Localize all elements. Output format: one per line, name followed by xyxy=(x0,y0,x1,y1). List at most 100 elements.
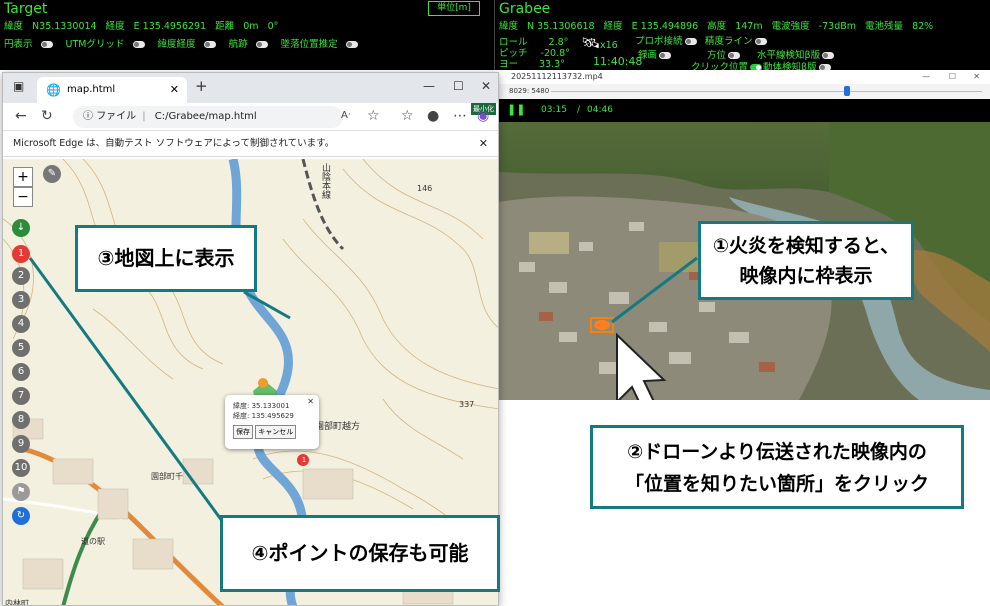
toggle-label-circle: 円表示 xyxy=(4,39,33,50)
point-1[interactable]: 1 xyxy=(12,245,30,263)
seek-bar[interactable]: 8029: 5480 xyxy=(499,84,990,99)
drone-lat-label: 緯度 xyxy=(499,21,519,32)
tab-title: map.html xyxy=(67,84,116,95)
url-text: C:/Grabee/map.html xyxy=(154,111,257,122)
grabee-panel: Grabee 緯度 N 35.1306618 経度 E 135.494896 高… xyxy=(495,0,990,73)
pause-icon[interactable]: ❚❚ xyxy=(507,99,525,121)
more-icon[interactable]: ⋯ xyxy=(453,108,467,124)
target-title: Target xyxy=(4,1,48,17)
label-sonobe-kita: 園部町越方 xyxy=(315,422,361,432)
toggle-label-utm: UTMグリッド xyxy=(65,39,125,50)
reset-icon[interactable]: ↻ xyxy=(12,507,30,525)
point-10[interactable]: 10 xyxy=(12,459,30,477)
point-5[interactable]: 5 xyxy=(12,339,30,357)
flag-icon[interactable]: ⚑ xyxy=(12,483,30,501)
player-title: 20251112113732.mp4 xyxy=(511,72,603,81)
callout-3-text: ③地図上に表示 xyxy=(97,246,235,270)
label-sanin-line: 山陰本線 xyxy=(320,163,330,199)
alt-label: 高度 xyxy=(707,21,727,32)
target-toggles: 円表示 UTMグリッド 緯度経度 航跡 墜落位置推定 xyxy=(4,36,368,50)
battery-label: 電池残量 xyxy=(865,21,904,32)
label-337: 337 xyxy=(459,400,475,409)
unit-button[interactable]: 単位[m] xyxy=(428,1,480,16)
toggle-label-crash: 墜落位置推定 xyxy=(280,39,338,50)
player-titlebar: 20251112113732.mp4 — ☐ ✕ xyxy=(499,70,990,84)
copilot-icon[interactable]: ◉ xyxy=(477,108,489,124)
seek-track[interactable] xyxy=(551,91,982,92)
close-button[interactable]: ✕ xyxy=(973,70,980,84)
notice-close-icon[interactable]: ✕ xyxy=(479,131,488,157)
tab-bar: ▣ 🌐 map.html ✕ + — ☐ ✕ xyxy=(3,73,498,103)
point-4[interactable]: 4 xyxy=(12,315,30,333)
point-3[interactable]: 3 xyxy=(12,291,30,309)
address-toolbar: ← ↻ ⓘ ファイル | C:/Grabee/map.html Aᐧ ☆ ☆ ● … xyxy=(3,103,498,131)
point-9[interactable]: 9 xyxy=(12,435,30,453)
zoom-out-button[interactable]: − xyxy=(13,187,33,207)
minimize-button[interactable]: — xyxy=(922,70,930,84)
signal-label: 電波強度 xyxy=(771,21,810,32)
point-6[interactable]: 6 xyxy=(12,363,30,381)
toggle-label-track: 航跡 xyxy=(228,39,248,50)
minimize-icon[interactable]: — xyxy=(423,79,435,93)
lon-label: 経度 xyxy=(105,21,125,32)
popup-lat: 緯度: 35.133001 xyxy=(233,402,290,410)
callout-1-line1: ①火炎を検知すると、 xyxy=(712,235,900,257)
toggle-track[interactable] xyxy=(255,41,268,48)
drone-lon-value: E 135.494896 xyxy=(631,21,699,32)
popup-close-icon[interactable]: ✕ xyxy=(307,397,314,406)
toggle-circle[interactable] xyxy=(40,41,53,48)
close-icon[interactable]: ✕ xyxy=(481,79,491,93)
favorite-star-icon[interactable]: ☆ xyxy=(367,108,380,124)
tab-map[interactable]: 🌐 map.html ✕ xyxy=(37,77,187,103)
dist-value: 0m xyxy=(243,21,259,32)
seek-thumb[interactable] xyxy=(844,86,850,96)
label-michinoeki: 道の駅 xyxy=(81,537,105,546)
toggle-propo[interactable] xyxy=(684,38,697,45)
toggle-record[interactable] xyxy=(659,52,672,59)
point-2[interactable]: 2 xyxy=(12,267,30,285)
precision-label: 精度ライン xyxy=(705,36,753,47)
record-label: 録画 xyxy=(638,50,658,61)
time-total: 04:46 xyxy=(587,105,613,115)
read-aloud-icon[interactable]: Aᐧ xyxy=(341,110,350,121)
pencil-icon[interactable]: ✎ xyxy=(43,165,61,183)
popup-cancel-button[interactable]: キャンセル xyxy=(255,425,297,439)
toggle-crash[interactable] xyxy=(345,41,358,48)
toggle-bearing[interactable] xyxy=(728,52,741,59)
callout-2-line2: 「位置を知りたい箇所」をクリック xyxy=(624,473,929,495)
popup-save-button[interactable]: 保存 xyxy=(233,425,253,439)
toggle-utm[interactable] xyxy=(132,41,145,48)
satellite-icon: 🛰 xyxy=(581,34,601,52)
drone-lat-value: N 35.1306618 xyxy=(527,21,595,32)
favorites-icon[interactable]: ☆ xyxy=(401,108,414,124)
zoom-in-button[interactable]: + xyxy=(13,167,33,187)
profile-icon[interactable]: ● xyxy=(427,108,439,124)
maximize-button[interactable]: ☐ xyxy=(949,70,956,84)
toggle-horizon[interactable] xyxy=(822,52,835,59)
lon-value: E 135.4956291 xyxy=(133,21,207,32)
dist-label: 距離 xyxy=(215,21,235,32)
info-icon: ⓘ xyxy=(83,111,93,122)
toggle-precision[interactable] xyxy=(754,38,767,45)
callout-1-line2: 映像内に枠表示 xyxy=(739,265,873,287)
label-sonobe-chisen: 園部町千 xyxy=(151,472,183,481)
restore-icon[interactable]: ☐ xyxy=(453,79,464,93)
saved-marker-label[interactable]: 1 xyxy=(298,454,310,466)
grabee-status: 緯度 N 35.1306618 経度 E 135.494896 高度 147m … xyxy=(499,18,939,32)
locate-point-icon[interactable]: ↓ xyxy=(12,219,30,237)
grabee-title: Grabee xyxy=(499,1,551,17)
point-7[interactable]: 7 xyxy=(12,387,30,405)
new-tab-icon[interactable]: + xyxy=(195,77,208,95)
callout-4-text: ④ポイントの保存も可能 xyxy=(251,541,469,565)
back-icon[interactable]: ← xyxy=(15,108,27,124)
callout-save-point: ④ポイントの保存も可能 xyxy=(220,515,500,592)
callout-2-line1: ②ドローンより伝送された映像内の xyxy=(627,441,927,463)
propo-label: プロポ接続 xyxy=(635,36,683,47)
tab-close-icon[interactable]: ✕ xyxy=(170,77,179,103)
toggle-latlon[interactable] xyxy=(203,41,216,48)
tab-actions-icon[interactable]: ▣ xyxy=(13,79,24,93)
lat-label: 緯度 xyxy=(4,21,24,32)
point-8[interactable]: 8 xyxy=(12,411,30,429)
refresh-icon[interactable]: ↻ xyxy=(41,108,53,124)
address-bar[interactable]: ⓘ ファイル | C:/Grabee/map.html xyxy=(73,106,343,128)
